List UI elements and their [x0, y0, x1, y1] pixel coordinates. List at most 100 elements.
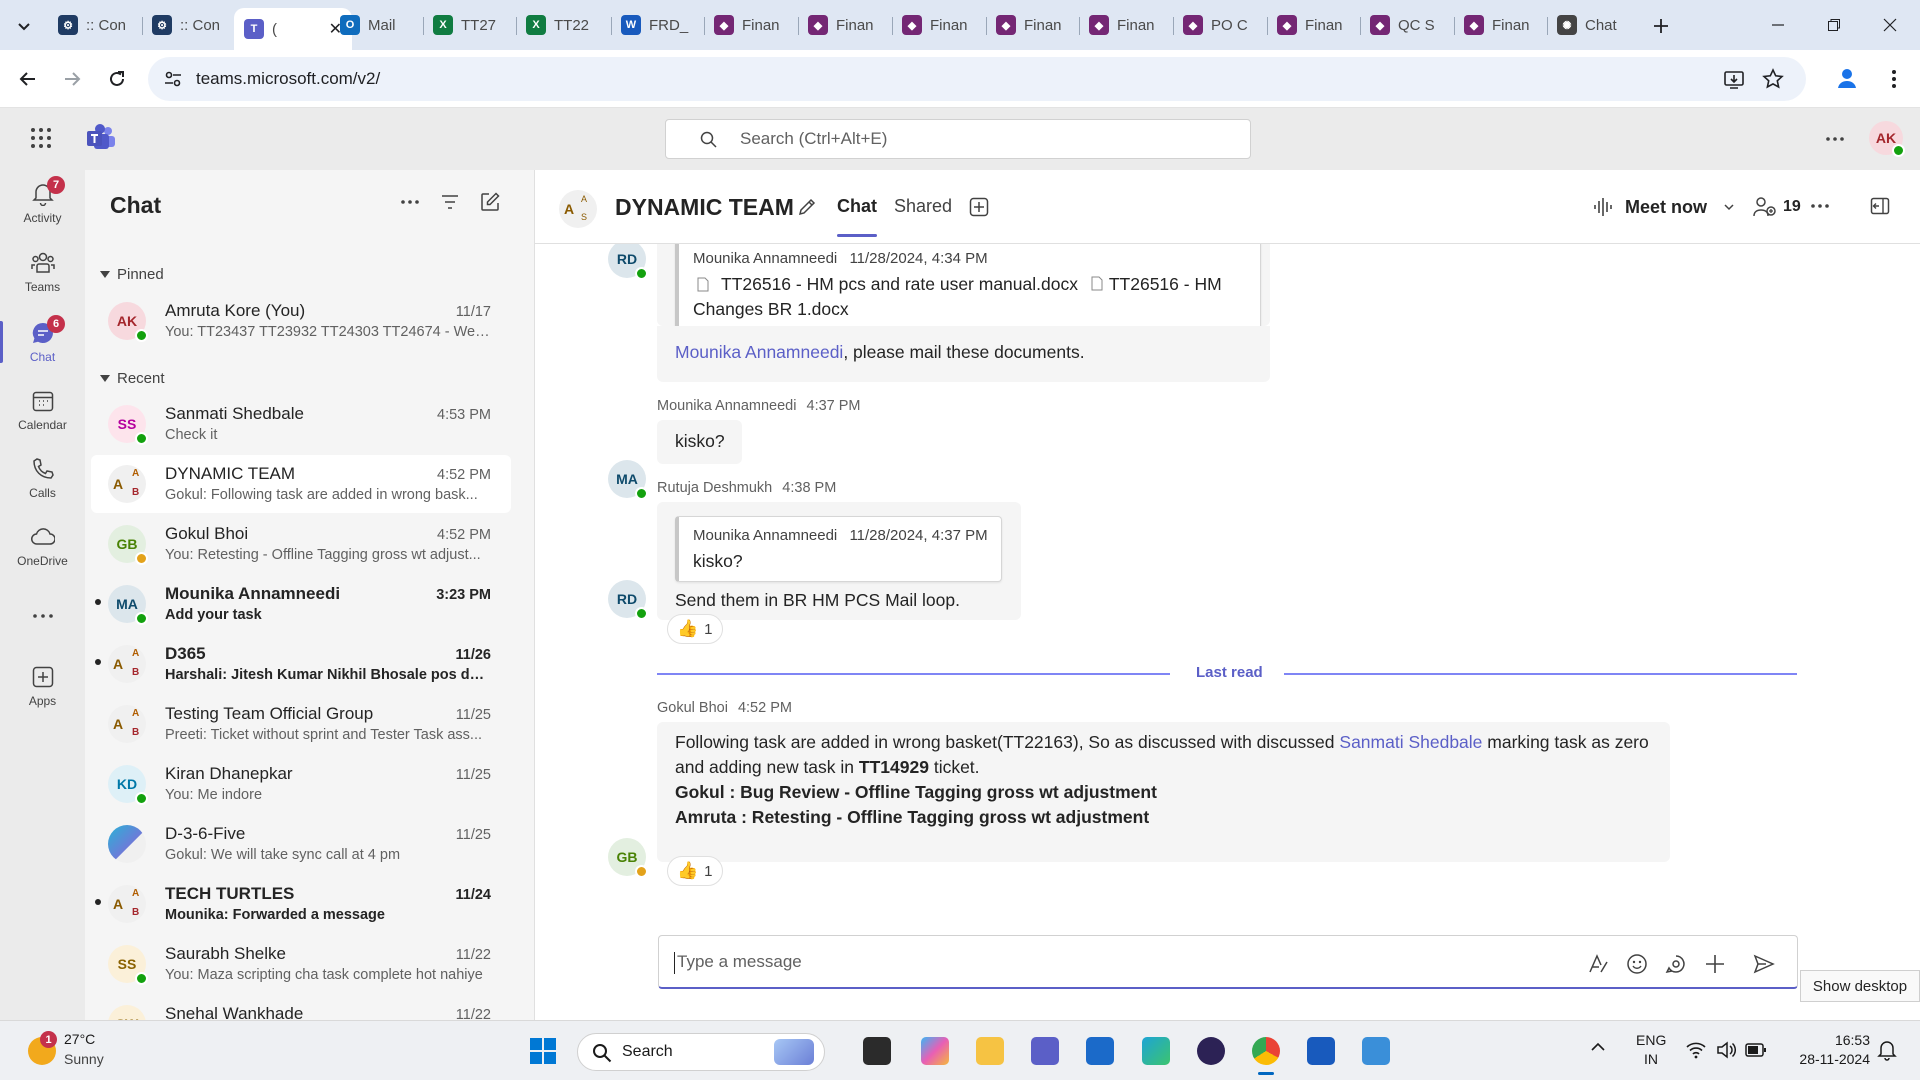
forward-button[interactable]: [52, 59, 92, 99]
attachment-file-1[interactable]: TT26516 - HM pcs and rate user manual.do…: [721, 274, 1078, 294]
app-launcher-button[interactable]: [30, 127, 52, 149]
add-tab-button[interactable]: [969, 197, 989, 217]
minimize-button[interactable]: [1750, 0, 1806, 50]
taskbar-app[interactable]: [1358, 1033, 1394, 1069]
install-app-icon[interactable]: [1723, 68, 1745, 90]
chat-list-item[interactable]: SS Sanmati Shedbale 4:53 PM Check it: [91, 395, 511, 453]
chat-list-item[interactable]: AK Amruta Kore (You) 11/17 You: TT23437 TT2…: [91, 292, 511, 350]
attachment-file-2-cont[interactable]: Changes BR 1.docx: [693, 299, 849, 319]
chat-list-item[interactable]: KD Kiran Dhanepkar 11/25 You: Me indore: [91, 755, 511, 813]
new-tab-button[interactable]: [1649, 14, 1673, 38]
browser-tab[interactable]: ◆ Finan: [996, 8, 1076, 42]
browser-menu-button[interactable]: [1882, 64, 1906, 94]
clock[interactable]: 16:53 28-11-2024: [1780, 1031, 1870, 1069]
mention[interactable]: Mounika Annamneedi: [675, 342, 843, 362]
browser-tab[interactable]: ◆ Finan: [1277, 8, 1357, 42]
chat-list-item[interactable]: D-3-6-Five 11/25 Gokul: We will take sync …: [91, 815, 511, 873]
message-bubble[interactable]: Following task are added in wrong basket…: [657, 722, 1670, 862]
tab-search-button[interactable]: [10, 12, 38, 40]
chat-list-item[interactable]: SS Saurabh Shelke 11/22 You: Maza scripting…: [91, 935, 511, 993]
start-button[interactable]: [525, 1033, 561, 1069]
browser-tab[interactable]: ⚙:: Con: [152, 8, 232, 42]
new-chat-button[interactable]: [480, 192, 500, 212]
reload-button[interactable]: [97, 59, 137, 99]
browser-tab[interactable]: ◆ PO C: [1183, 8, 1263, 42]
taskbar-app[interactable]: [972, 1033, 1008, 1069]
browser-tab[interactable]: ◆ Finan: [902, 8, 982, 42]
mention[interactable]: Sanmati Shedbale: [1339, 732, 1482, 752]
message-bubble[interactable]: kisko?: [657, 420, 742, 464]
taskbar-app[interactable]: [1248, 1033, 1284, 1075]
taskbar-app[interactable]: [917, 1033, 953, 1069]
chat-list-item[interactable]: GB Gokul Bhoi 4:52 PM You: Retesting - Offl…: [91, 515, 511, 573]
browser-tab[interactable]: ◆ QC S: [1370, 8, 1450, 42]
recent-section-header[interactable]: Recent: [100, 370, 165, 387]
taskbar-app[interactable]: [1027, 1033, 1063, 1069]
browser-tab[interactable]: X TT22: [526, 8, 606, 42]
language-indicator[interactable]: ENG IN: [1636, 1031, 1666, 1069]
rail-item-calls[interactable]: Calls: [0, 445, 85, 511]
close-window-button[interactable]: [1862, 0, 1918, 50]
rail-item-apps[interactable]: Apps: [0, 653, 85, 719]
taskbar-app[interactable]: [1138, 1033, 1174, 1069]
format-icon[interactable]: [1587, 953, 1609, 975]
chat-list-item[interactable]: A A B TECH TURTLES 11/24 Mounika: Forwarded a…: [91, 875, 511, 933]
user-avatar[interactable]: AK: [1869, 121, 1905, 157]
add-actions-icon[interactable]: [1704, 953, 1726, 975]
chat-list-item[interactable]: A A B Testing Team Official Group 11/25 Preet…: [91, 695, 511, 753]
rail-item-activity[interactable]: Activity 7: [0, 170, 85, 236]
browser-tab[interactable]: ✺ Chat: [1557, 8, 1637, 42]
chat-list-item[interactable]: A A B DYNAMIC TEAM 4:52 PM Gokul: Following t…: [91, 455, 511, 513]
browser-tab[interactable]: T(✕: [234, 8, 352, 50]
browser-tab[interactable]: X TT27: [433, 8, 513, 42]
bookmark-star-icon[interactable]: [1762, 68, 1784, 90]
rail-item-calendar[interactable]: Calendar: [0, 377, 85, 443]
url-text[interactable]: teams.microsoft.com/v2/: [196, 69, 380, 89]
rail-item-chat[interactable]: Chat 6: [0, 309, 85, 375]
send-icon[interactable]: [1753, 953, 1775, 975]
message-avatar[interactable]: MA: [608, 460, 648, 500]
participants-button[interactable]: 19: [1753, 194, 1801, 220]
taskbar-app[interactable]: [1082, 1033, 1118, 1069]
pinned-section-header[interactable]: Pinned: [100, 266, 164, 283]
quoted-message[interactable]: Mounika Annamneedi 11/28/2024, 4:37 PM k…: [675, 516, 1002, 582]
message-composer[interactable]: Type a message: [658, 935, 1798, 989]
filter-button[interactable]: [441, 194, 459, 210]
teams-search-input[interactable]: Search (Ctrl+Alt+E): [665, 119, 1251, 159]
browser-tab[interactable]: ◆ Finan: [808, 8, 888, 42]
taskbar-app[interactable]: [1303, 1033, 1339, 1069]
message-avatar[interactable]: GB: [608, 838, 648, 878]
message-avatar[interactable]: RD: [608, 580, 648, 620]
show-hidden-icons-button[interactable]: [1590, 1041, 1606, 1053]
rail-item-onedrive[interactable]: OneDrive: [0, 513, 85, 579]
tab-shared[interactable]: Shared: [894, 196, 952, 217]
chat-list-item[interactable]: MA Mounika Annamneedi 3:23 PM Add your task: [91, 575, 511, 633]
chat-list-item[interactable]: SW Snehal Wankhade 11/22: [91, 995, 511, 1020]
wifi-icon[interactable]: [1686, 1041, 1706, 1059]
browser-tab[interactable]: O Mail: [340, 8, 420, 42]
site-settings-icon[interactable]: [164, 70, 182, 88]
open-side-panel-button[interactable]: [1870, 196, 1890, 216]
attachment-file-2[interactable]: TT26516 - HM: [1109, 274, 1222, 294]
chat-more-options-button[interactable]: [401, 200, 419, 204]
chat-list-item[interactable]: A A B D365 11/26 Harshali: Jitesh Kumar Nikhi…: [91, 635, 511, 693]
volume-icon[interactable]: [1716, 1041, 1736, 1059]
taskbar-app[interactable]: [859, 1033, 895, 1069]
tab-chat[interactable]: Chat: [837, 196, 877, 237]
message-bubble[interactable]: Mounika Annamneedi 11/28/2024, 4:34 PM T…: [657, 244, 1270, 330]
rename-button[interactable]: [797, 197, 817, 217]
quoted-message[interactable]: Mounika Annamneedi 11/28/2024, 4:34 PM T…: [675, 244, 1261, 330]
emoji-icon[interactable]: [1626, 953, 1648, 975]
browser-tab[interactable]: ◆ Finan: [1464, 8, 1544, 42]
message-avatar[interactable]: RD: [608, 244, 648, 280]
profile-button[interactable]: [1829, 60, 1865, 96]
conversation-more-button[interactable]: [1811, 204, 1829, 208]
address-bar[interactable]: teams.microsoft.com/v2/: [148, 57, 1806, 101]
message-bubble[interactable]: Mounika Annamneedi 11/28/2024, 4:37 PM k…: [657, 502, 1021, 620]
settings-more-button[interactable]: [1823, 128, 1847, 150]
loop-icon[interactable]: [1665, 953, 1687, 975]
taskbar-app[interactable]: [1193, 1033, 1229, 1069]
meet-now-button[interactable]: Meet now: [1593, 190, 1735, 224]
reaction-like[interactable]: 👍 1: [667, 856, 723, 886]
browser-tab[interactable]: ◆ Finan: [1089, 8, 1169, 42]
